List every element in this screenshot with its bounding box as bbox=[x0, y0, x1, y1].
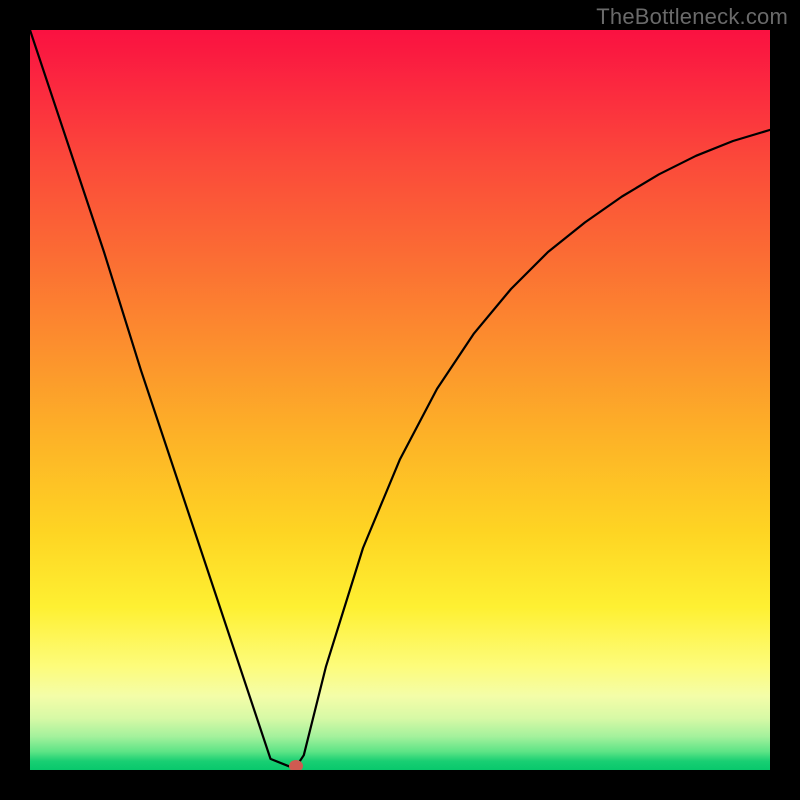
optimal-point-marker bbox=[289, 760, 303, 770]
watermark-text: TheBottleneck.com bbox=[596, 4, 788, 30]
chart-frame: TheBottleneck.com bbox=[0, 0, 800, 800]
bottleneck-curve bbox=[30, 30, 770, 770]
plot-area bbox=[30, 30, 770, 770]
